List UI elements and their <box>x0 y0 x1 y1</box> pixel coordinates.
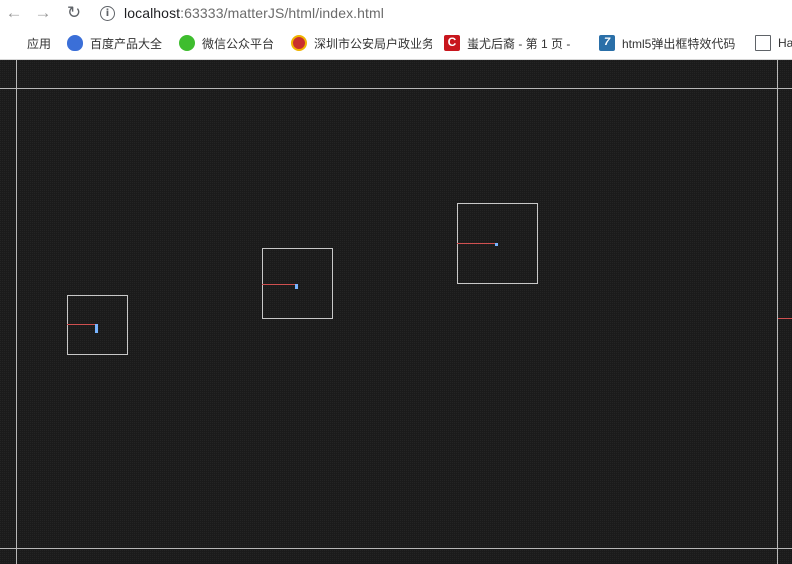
baidu-paw-icon <box>67 35 83 51</box>
bookmark-label: 百度产品大全 <box>90 36 163 51</box>
bookmark-html5[interactable]: 7 html5弹出框特效代码 <box>599 34 741 52</box>
canvas-svg <box>0 60 792 564</box>
bookmark-label: html5弹出框特效代码 <box>622 36 736 51</box>
arrow-right-icon: → <box>34 3 52 22</box>
url-path: :63333/matterJS/html/index.html <box>180 5 385 21</box>
arrow-left-icon: ← <box>5 3 23 22</box>
box-position-marker <box>495 243 498 246</box>
reload-button[interactable]: ↻ <box>63 2 85 24</box>
bookmark-police[interactable]: 深圳市公安局户政业务 <box>291 34 432 52</box>
bookmark-label: Ha <box>778 36 792 50</box>
c-logo-icon: C <box>444 35 460 51</box>
document-icon <box>755 35 771 51</box>
physics-canvas[interactable] <box>0 60 792 564</box>
box-position-marker <box>95 324 98 333</box>
bookmark-wechat[interactable]: 微信公众平台 <box>179 34 274 52</box>
bookmark-label: 微信公众平台 <box>202 36 275 51</box>
bookmark-apps[interactable]: 应用 <box>4 34 51 52</box>
url-text[interactable]: localhost:63333/matterJS/html/index.html <box>124 5 384 21</box>
back-button[interactable]: ← <box>3 2 25 24</box>
h5-logo-icon: 7 <box>599 35 615 51</box>
url-host: localhost <box>124 5 181 21</box>
bookmark-label: 应用 <box>27 36 52 51</box>
apps-grid-icon <box>4 35 20 51</box>
bookmark-label: 蚩尤后裔 - 第 1 页 - <box>467 36 571 51</box>
info-icon[interactable]: i <box>100 5 115 21</box>
bookmark-baidu[interactable]: 百度产品大全 <box>67 34 162 52</box>
browser-toolbar: ← → ↻ i localhost:63333/matterJS/html/in… <box>0 0 792 28</box>
wechat-icon <box>179 35 195 51</box>
police-badge-icon <box>291 35 307 51</box>
bookmark-ha[interactable]: Ha <box>755 34 792 52</box>
reload-icon: ↻ <box>66 3 82 22</box>
address-bar[interactable]: i localhost:63333/matterJS/html/index.ht… <box>100 1 384 25</box>
forward-button[interactable]: → <box>32 2 54 24</box>
bookmarks-bar: 应用 百度产品大全 微信公众平台 深圳市公安局户政业务 C 蚩尤后裔 - 第 1… <box>0 28 792 60</box>
box-position-marker <box>295 284 298 289</box>
canvas-background <box>0 60 792 564</box>
bookmark-label: 深圳市公安局户政业务 <box>314 36 432 51</box>
bookmark-chiyou[interactable]: C 蚩尤后裔 - 第 1 页 - <box>444 34 584 52</box>
